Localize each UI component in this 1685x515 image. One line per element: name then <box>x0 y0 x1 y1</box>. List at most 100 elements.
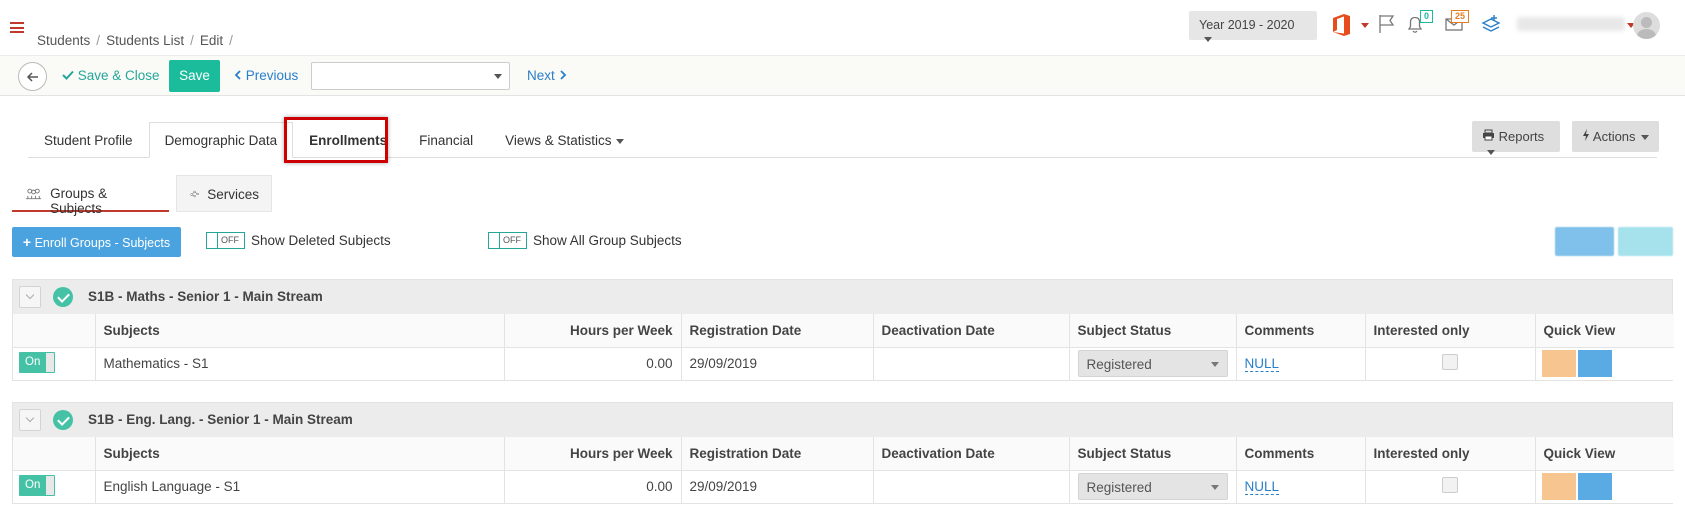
hours-per-week: 0.00 <box>503 347 681 380</box>
deactivation-date <box>872 470 1069 503</box>
office-icon[interactable] <box>1331 13 1353 37</box>
group-title: S1B - Maths - Senior 1 - Main Stream <box>88 289 323 304</box>
subject-status-select[interactable]: Registered <box>1077 473 1228 501</box>
check-circle-icon <box>53 410 73 430</box>
save-close-button[interactable]: Save & Close <box>62 68 160 83</box>
chevron-down-icon <box>1487 150 1495 156</box>
save-button[interactable]: Save <box>169 60 220 92</box>
show-all-toggle-state: OFF <box>503 235 521 245</box>
column-header: Hours per Week <box>503 437 681 471</box>
arrow-left-icon <box>26 72 38 82</box>
column-header: Quick View <box>1534 437 1674 471</box>
registration-date: 29/09/2019 <box>680 347 873 380</box>
show-all-label: Show All Group Subjects <box>533 233 682 248</box>
record-select[interactable] <box>311 62 510 90</box>
year-select[interactable]: Year 2019 - 2020 <box>1189 11 1317 43</box>
bolt-icon <box>1583 129 1589 141</box>
user-name[interactable] <box>1517 17 1625 31</box>
collapse-chevron-icon[interactable] <box>19 409 41 431</box>
show-all-toggle[interactable]: OFF <box>488 232 527 249</box>
network-icon <box>190 190 199 198</box>
breadcrumb-edit: Edit <box>199 33 224 48</box>
column-header: Hours per Week <box>503 314 681 348</box>
deactivation-date <box>872 347 1069 380</box>
blurred-action-button[interactable] <box>1555 227 1614 256</box>
next-label: Next <box>527 68 555 83</box>
chevron-down-icon <box>1204 37 1212 43</box>
office-chevron-icon[interactable] <box>1361 23 1369 28</box>
enroll-groups-subjects-button[interactable]: + Enroll Groups - Subjects <box>12 227 181 257</box>
toggle-label: On <box>25 478 41 491</box>
reports-button[interactable]: Reports <box>1472 121 1560 156</box>
subject-on-toggle[interactable]: On <box>19 474 55 496</box>
tab-student-profile[interactable]: Student Profile <box>28 122 149 158</box>
comments-link[interactable]: NULL <box>1244 479 1280 496</box>
chevron-down-icon <box>616 138 625 144</box>
top-bar: Students / Students List / Edit / Year 2019… <box>0 0 1685 56</box>
subject-on-toggle[interactable]: On <box>19 351 55 373</box>
subtab-groups-subjects[interactable]: Groups & Subjects <box>12 175 169 216</box>
layers-icon[interactable] <box>1481 14 1501 34</box>
column-header: Registration Date <box>680 314 873 348</box>
table-row: On English Language - S1 0.00 29/09/2019… <box>13 470 1674 503</box>
check-circle-icon <box>53 287 73 307</box>
subject-status-select[interactable]: Registered <box>1077 350 1228 378</box>
breadcrumb-students[interactable]: Students <box>37 33 90 48</box>
breadcrumb: Students / Students List / Edit / <box>37 33 233 48</box>
tab-views-statistics[interactable]: Views & Statistics <box>489 122 640 158</box>
subtab-services[interactable]: Services <box>176 175 272 212</box>
avatar[interactable] <box>1633 12 1660 39</box>
enroll-label: Enroll Groups - Subjects <box>34 236 171 250</box>
column-header: Subject Status <box>1068 314 1236 348</box>
show-deleted-toggle-state: OFF <box>221 235 239 245</box>
save-close-label: Save & Close <box>77 68 160 83</box>
chevron-down-icon <box>494 74 502 79</box>
subtab-services-label: Services <box>207 187 259 202</box>
column-header: Registration Date <box>680 437 873 471</box>
comments-link[interactable]: NULL <box>1244 356 1280 373</box>
column-header: Comments <box>1235 314 1365 348</box>
quick-view-orange-button[interactable] <box>1541 473 1576 501</box>
tab-demographic-data[interactable]: Demographic Data <box>148 122 294 158</box>
breadcrumb-students-list[interactable]: Students List <box>106 33 184 48</box>
subtab-groups-subjects-label: Groups & Subjects <box>50 186 108 216</box>
subject-name: Mathematics - S1 <box>94 347 504 380</box>
group-header: S1B - Maths - Senior 1 - Main Stream <box>13 280 1672 314</box>
actions-button[interactable]: Actions <box>1572 121 1659 152</box>
registration-date: 29/09/2019 <box>680 470 873 503</box>
column-header: Subject Status <box>1068 437 1236 471</box>
year-label: Year 2019 - 2020 <box>1199 18 1295 32</box>
hamburger-icon[interactable] <box>10 22 24 33</box>
column-header: Comments <box>1235 437 1365 471</box>
chevron-down-icon <box>1210 362 1219 368</box>
group-panel: S1B - Eng. Lang. - Senior 1 - Main Strea… <box>12 402 1674 504</box>
notification-badge: 0 <box>1420 10 1434 23</box>
collapse-chevron-icon[interactable] <box>19 286 41 308</box>
edit-toolbar: Save & Close Save Previous Next <box>0 56 1685 96</box>
back-button[interactable] <box>18 62 47 91</box>
interested-only-checkbox[interactable] <box>1442 477 1458 494</box>
flag-icon[interactable] <box>1378 14 1396 34</box>
actions-label: Actions <box>1592 129 1636 144</box>
tab-financial[interactable]: Financial <box>403 122 489 158</box>
blurred-info-button[interactable] <box>1618 227 1673 256</box>
chevron-right-icon <box>559 70 566 80</box>
next-link[interactable]: Next <box>527 68 567 83</box>
previous-link[interactable]: Previous <box>234 68 298 83</box>
column-header: Interested only <box>1364 314 1535 348</box>
subject-status-value: Registered <box>1086 480 1152 496</box>
quick-view-blue-button[interactable] <box>1577 473 1612 501</box>
print-icon <box>1483 129 1494 141</box>
group-title: S1B - Eng. Lang. - Senior 1 - Main Strea… <box>88 412 353 427</box>
quick-view-orange-button[interactable] <box>1541 350 1576 378</box>
messages-badge: 25 <box>1451 10 1470 23</box>
quick-view-blue-button[interactable] <box>1577 350 1612 378</box>
toggle-label: On <box>25 355 41 368</box>
reports-label: Reports <box>1498 129 1545 144</box>
column-header: Deactivation Date <box>872 314 1069 348</box>
check-icon <box>62 70 74 80</box>
show-deleted-toggle[interactable]: OFF <box>206 232 245 249</box>
group-header: S1B - Eng. Lang. - Senior 1 - Main Strea… <box>13 403 1672 437</box>
tab-enrollments[interactable]: Enrollments <box>293 122 403 158</box>
interested-only-checkbox[interactable] <box>1442 354 1458 371</box>
